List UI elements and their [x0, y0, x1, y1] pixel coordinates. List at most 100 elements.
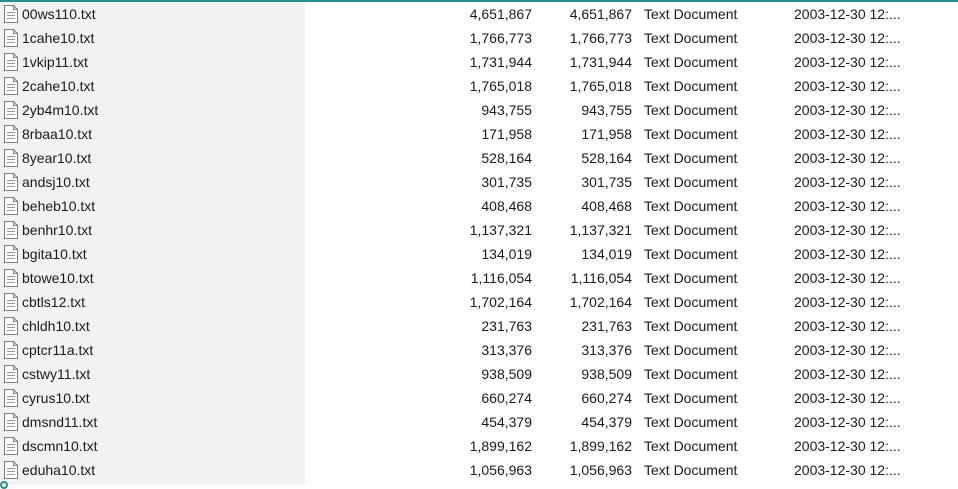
file-date: 2003-12-30 12:...: [794, 318, 901, 334]
file-name: 1cahe10.txt: [22, 30, 95, 46]
file-size: 1,116,054: [470, 270, 532, 286]
file-size-secondary: 660,274: [581, 390, 632, 406]
file-row[interactable]: 8year10.txt 528,164 528,164 Text Document 20…: [0, 146, 958, 170]
file-date: 2003-12-30 12:...: [794, 366, 901, 382]
file-row[interactable]: andsj10.txt 301,735 301,735 Text Document 20…: [0, 170, 958, 194]
file-type: Text Document: [644, 102, 738, 118]
text-document-icon: [3, 5, 19, 23]
file-name: 8rbaa10.txt: [22, 126, 93, 142]
file-size: 943,755: [481, 102, 532, 118]
file-type: Text Document: [644, 174, 738, 190]
file-date: 2003-12-30 12:...: [794, 102, 901, 118]
file-row[interactable]: 2cahe10.txt 1,765,018 1,765,018 Text Docume…: [0, 74, 958, 98]
file-row[interactable]: 1cahe10.txt 1,766,773 1,766,773 Text Docume…: [0, 26, 958, 50]
file-name: cstwy11.txt: [22, 366, 91, 382]
file-size-secondary: 1,116,054: [570, 270, 632, 286]
file-name: benhr10.txt: [22, 222, 93, 238]
text-document-icon: [3, 317, 19, 335]
file-name: chldh10.txt: [22, 318, 90, 334]
file-name: beheb10.txt: [22, 198, 96, 214]
file-type: Text Document: [644, 318, 738, 334]
file-row[interactable]: 2yb4m10.txt 943,755 943,755 Text Document 20…: [0, 98, 958, 122]
file-type: Text Document: [644, 342, 738, 358]
file-date: 2003-12-30 12:...: [794, 270, 901, 286]
text-document-icon: [3, 77, 19, 95]
file-row[interactable]: cstwy11.txt 938,509 938,509 Text Document 20…: [0, 362, 958, 386]
file-row[interactable]: 00ws110.txt 4,651,867 4,651,867 Text Docume…: [0, 2, 958, 26]
file-row[interactable]: beheb10.txt 408,468 408,468 Text Document 20…: [0, 194, 958, 218]
file-row[interactable]: cyrus10.txt 660,274 660,274 Text Document 20…: [0, 386, 958, 410]
file-type: Text Document: [644, 222, 738, 238]
text-document-icon: [3, 365, 19, 383]
file-type: Text Document: [644, 294, 738, 310]
text-document-icon: [3, 269, 19, 287]
file-type: Text Document: [644, 30, 738, 46]
file-date: 2003-12-30 12:...: [794, 30, 901, 46]
text-document-icon: [3, 461, 19, 479]
file-name: 8year10.txt: [22, 150, 92, 166]
file-row[interactable]: cbtls12.txt 1,702,164 1,702,164 Text Docume…: [0, 290, 958, 314]
file-date: 2003-12-30 12:...: [794, 198, 901, 214]
file-size: 4,651,867: [469, 6, 532, 22]
file-size: 1,899,162: [469, 438, 532, 454]
file-date: 2003-12-30 12:...: [794, 150, 901, 166]
text-document-icon: [3, 245, 19, 263]
text-document-icon: [3, 53, 19, 71]
file-type: Text Document: [644, 462, 738, 478]
file-type: Text Document: [644, 6, 738, 22]
file-size-secondary: 4,651,867: [569, 6, 632, 22]
text-document-icon: [3, 413, 19, 431]
file-date: 2003-12-30 12:...: [794, 246, 901, 262]
file-size: 1,765,018: [469, 78, 532, 94]
file-date: 2003-12-30 12:...: [794, 342, 901, 358]
file-type: Text Document: [644, 366, 738, 382]
file-size-secondary: 1,702,164: [569, 294, 632, 310]
file-row[interactable]: eduha10.txt 1,056,963 1,056,963 Text Docume…: [0, 458, 958, 482]
file-size-secondary: 528,164: [581, 150, 632, 166]
file-type: Text Document: [644, 390, 738, 406]
file-row[interactable]: dscmn10.txt 1,899,162 1,899,162 Text Docume…: [0, 434, 958, 458]
text-document-icon: [3, 341, 19, 359]
file-date: 2003-12-30 12:...: [794, 438, 901, 454]
file-size-secondary: 1,731,944: [569, 54, 632, 70]
text-document-icon: [3, 197, 19, 215]
file-row[interactable]: bgita10.txt 134,019 134,019 Text Document 20…: [0, 242, 958, 266]
file-row[interactable]: chldh10.txt 231,763 231,763 Text Document 20…: [0, 314, 958, 338]
text-document-icon: [3, 173, 19, 191]
file-name: cptcr11a.txt: [22, 342, 94, 358]
file-row[interactable]: btowe10.txt 1,116,054 1,116,054 Text Docume…: [0, 266, 958, 290]
file-size: 313,376: [481, 342, 532, 358]
file-size-secondary: 301,735: [581, 174, 632, 190]
file-date: 2003-12-30 12:...: [794, 390, 901, 406]
file-name: dscmn10.txt: [22, 438, 98, 454]
text-document-icon: [3, 29, 19, 47]
file-date: 2003-12-30 12:...: [794, 78, 901, 94]
file-type: Text Document: [644, 198, 738, 214]
file-row[interactable]: cptcr11a.txt 313,376 313,376 Text Document 2…: [0, 338, 958, 362]
text-document-icon: [3, 293, 19, 311]
file-name: andsj10.txt: [22, 174, 90, 190]
file-date: 2003-12-30 12:...: [794, 174, 901, 190]
file-size-secondary: 1,056,963: [569, 462, 632, 478]
file-size: 301,735: [481, 174, 532, 190]
file-date: 2003-12-30 12:...: [794, 294, 901, 310]
file-list[interactable]: 00ws110.txt 4,651,867 4,651,867 Text Docume…: [0, 2, 958, 482]
file-type: Text Document: [644, 414, 738, 430]
file-row[interactable]: dmsnd11.txt 454,379 454,379 Text Document 20…: [0, 410, 958, 434]
file-type: Text Document: [644, 438, 738, 454]
file-name: cyrus10.txt: [22, 390, 90, 406]
file-size-secondary: 938,509: [581, 366, 632, 382]
file-row[interactable]: benhr10.txt 1,137,321 1,137,321 Text Docume…: [0, 218, 958, 242]
file-name: 00ws110.txt: [22, 6, 96, 22]
file-size: 1,702,164: [469, 294, 532, 310]
file-row[interactable]: 8rbaa10.txt 171,958 171,958 Text Document 20…: [0, 122, 958, 146]
file-date: 2003-12-30 12:...: [794, 414, 901, 430]
file-name: btowe10.txt: [22, 270, 94, 286]
file-name: eduha10.txt: [22, 462, 96, 478]
file-name: bgita10.txt: [22, 246, 87, 262]
file-size-secondary: 1,766,773: [569, 30, 632, 46]
file-row[interactable]: 1vkip11.txt 1,731,944 1,731,944 Text Docume…: [0, 50, 958, 74]
file-size: 660,274: [481, 390, 532, 406]
text-document-icon: [3, 125, 19, 143]
file-type: Text Document: [644, 150, 738, 166]
